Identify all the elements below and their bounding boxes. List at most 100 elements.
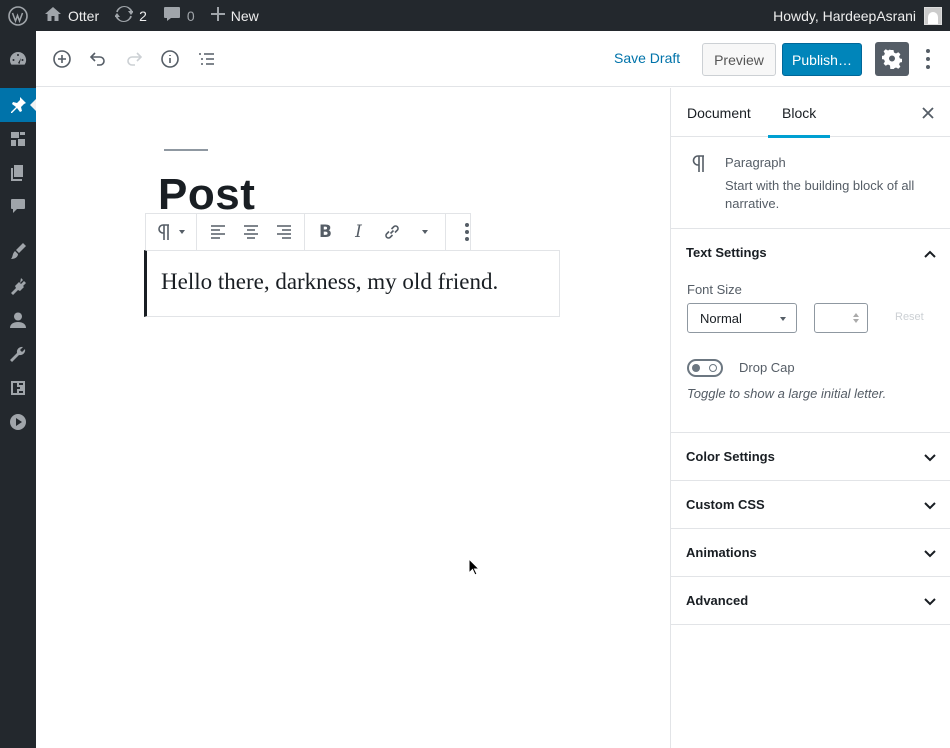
appearance-icon[interactable] bbox=[0, 234, 36, 268]
italic-icon[interactable]: I bbox=[342, 214, 375, 250]
tab-document[interactable]: Document bbox=[687, 88, 751, 137]
block-navigation-icon[interactable] bbox=[194, 47, 218, 71]
block-switcher[interactable] bbox=[146, 214, 197, 250]
editor-header: Save Draft Preview Publish… bbox=[36, 31, 950, 87]
wordpress-logo-icon[interactable] bbox=[0, 0, 36, 31]
site-name: Otter bbox=[68, 7, 100, 24]
greeting: Howdy, HardeepAsrani bbox=[773, 7, 916, 24]
paragraph-icon[interactable] bbox=[150, 214, 192, 250]
drop-cap-help: Toggle to show a large initial letter. bbox=[687, 386, 887, 401]
block-card: Paragraph Start with the building block … bbox=[671, 137, 950, 229]
bold-icon[interactable]: B bbox=[309, 214, 342, 250]
advanced-toggle[interactable]: Advanced bbox=[671, 577, 950, 624]
comments-link[interactable]: 0 bbox=[155, 0, 203, 31]
chevron-down-icon bbox=[924, 498, 936, 513]
redo-icon[interactable] bbox=[122, 47, 146, 71]
video-icon[interactable] bbox=[0, 405, 36, 439]
users-icon[interactable] bbox=[0, 303, 36, 337]
block-description: Start with the building block of all nar… bbox=[725, 178, 915, 211]
updates-icon bbox=[114, 5, 135, 26]
sidebar-tabs: Document Block bbox=[671, 88, 950, 138]
panel-title: Color Settings bbox=[686, 449, 775, 464]
panel-title: Text Settings bbox=[686, 245, 767, 260]
block-name: Paragraph bbox=[725, 155, 786, 170]
custom-css-panel: Custom CSS bbox=[671, 481, 950, 529]
publish-button[interactable]: Publish… bbox=[782, 43, 862, 76]
close-icon[interactable] bbox=[919, 104, 937, 122]
align-center-icon[interactable] bbox=[234, 214, 267, 250]
title-separator bbox=[164, 149, 208, 151]
animations-toggle[interactable]: Animations bbox=[671, 529, 950, 576]
plugins-icon[interactable] bbox=[0, 269, 36, 303]
chevron-down-icon bbox=[179, 230, 185, 234]
preview-button[interactable]: Preview bbox=[702, 43, 776, 76]
undo-icon[interactable] bbox=[86, 47, 110, 71]
posts-icon[interactable] bbox=[0, 88, 36, 122]
color-settings-panel: Color Settings bbox=[671, 433, 950, 481]
toggle-knob bbox=[692, 364, 700, 372]
avatar bbox=[924, 6, 942, 25]
text-settings-toggle[interactable]: Text Settings bbox=[671, 229, 950, 276]
more-rich-text-controls-icon[interactable] bbox=[408, 214, 441, 250]
paragraph-icon bbox=[691, 154, 709, 177]
animations-panel: Animations bbox=[671, 529, 950, 577]
comments-count: 0 bbox=[186, 7, 195, 24]
paragraph-text[interactable]: Hello there, darkness, my old friend. bbox=[161, 269, 498, 295]
settings-sidebar: Document Block Paragraph Start with the … bbox=[670, 88, 950, 748]
panel-title: Advanced bbox=[686, 593, 749, 608]
font-size-label: Font Size bbox=[687, 282, 742, 297]
add-block-icon[interactable] bbox=[50, 47, 74, 71]
home-icon bbox=[44, 6, 62, 25]
settings-gear-icon[interactable] bbox=[875, 42, 909, 76]
drop-cap-label: Drop Cap bbox=[739, 360, 795, 375]
font-size-select[interactable]: Normal bbox=[687, 303, 797, 333]
dashboard-icon[interactable] bbox=[0, 42, 36, 76]
drop-cap-toggle[interactable] bbox=[687, 359, 723, 377]
comment-bubble-icon bbox=[163, 6, 181, 25]
link-icon[interactable] bbox=[375, 214, 408, 250]
chevron-up-icon bbox=[924, 246, 936, 261]
more-options-icon[interactable] bbox=[918, 47, 938, 71]
custom-css-toggle[interactable]: Custom CSS bbox=[671, 481, 950, 528]
chevron-down-icon bbox=[924, 594, 936, 609]
block-toolbar: B I bbox=[145, 213, 471, 251]
color-settings-toggle[interactable]: Color Settings bbox=[671, 433, 950, 480]
media-icon[interactable] bbox=[0, 122, 36, 156]
chevron-down-icon bbox=[924, 450, 936, 465]
text-settings-panel: Text Settings Font Size Normal Reset Dro… bbox=[671, 229, 950, 433]
tab-block[interactable]: Block bbox=[768, 88, 831, 138]
custom-font-size-input[interactable] bbox=[814, 303, 868, 333]
updates-count: 2 bbox=[139, 7, 147, 24]
font-size-value: Normal bbox=[700, 310, 742, 326]
toggle-off-indicator-icon bbox=[709, 364, 717, 372]
align-right-icon[interactable] bbox=[267, 214, 300, 250]
comments-icon[interactable] bbox=[0, 189, 36, 223]
my-account[interactable]: Howdy, HardeepAsrani bbox=[773, 6, 950, 25]
editor-canvas[interactable]: Post B I Hello there, darkness, my old f… bbox=[36, 88, 670, 748]
panel-title: Animations bbox=[686, 545, 757, 560]
pages-icon[interactable] bbox=[0, 156, 36, 190]
chevron-down-icon bbox=[924, 546, 936, 561]
info-icon[interactable] bbox=[158, 47, 182, 71]
site-name-link[interactable]: Otter bbox=[36, 0, 107, 31]
alignment-group bbox=[197, 214, 305, 250]
number-spinner-icon bbox=[853, 313, 859, 325]
admin-bar: Otter 2 0 New Howdy, HardeepAsrani bbox=[0, 0, 950, 31]
chevron-down-icon bbox=[780, 317, 786, 321]
align-left-icon[interactable] bbox=[201, 214, 234, 250]
advanced-panel: Advanced bbox=[671, 577, 950, 625]
save-draft-button[interactable]: Save Draft bbox=[614, 50, 680, 66]
new-content-link[interactable]: New bbox=[203, 0, 267, 31]
new-label: New bbox=[230, 7, 259, 24]
updates-link[interactable]: 2 bbox=[107, 0, 155, 31]
block-more-options-icon[interactable] bbox=[450, 214, 483, 250]
block-more-group bbox=[446, 214, 487, 250]
paragraph-block[interactable]: Hello there, darkness, my old friend. bbox=[144, 250, 560, 317]
settings-icon[interactable] bbox=[0, 371, 36, 405]
formatting-group: B I bbox=[305, 214, 446, 250]
panel-title: Custom CSS bbox=[686, 497, 765, 512]
plus-icon bbox=[210, 7, 225, 24]
admin-menu bbox=[0, 31, 36, 748]
reset-button[interactable]: Reset bbox=[895, 311, 924, 323]
tools-icon[interactable] bbox=[0, 337, 36, 371]
